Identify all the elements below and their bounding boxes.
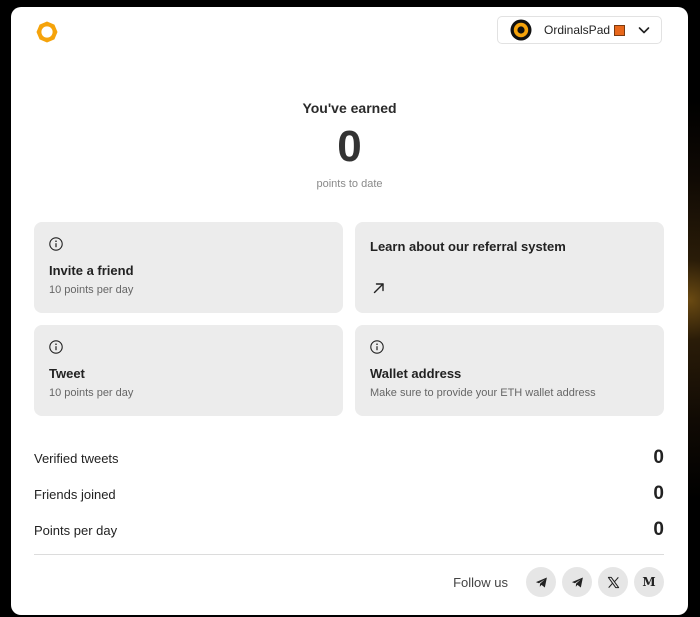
stat-label: Friends joined: [34, 486, 116, 502]
stat-value: 0: [653, 483, 664, 504]
invite-friend-card[interactable]: Invite a friend 10 points per day: [34, 222, 343, 313]
referral-system-title: Learn about our referral system: [370, 239, 566, 254]
ordinals-avatar-icon: [510, 19, 532, 41]
tweet-subtitle: 10 points per day: [49, 387, 134, 399]
earned-title: You've earned: [302, 100, 397, 116]
telegram-button[interactable]: [562, 567, 592, 597]
x-button[interactable]: [598, 567, 628, 597]
wallet-address-title: Wallet address: [370, 366, 462, 381]
stat-row-points-per-day: Points per day 0: [34, 519, 664, 541]
wallet-address-card[interactable]: Wallet address Make sure to provide your…: [355, 325, 664, 416]
info-icon[interactable]: [370, 340, 384, 354]
account-name: OrdinalsPad: [544, 23, 611, 37]
info-icon[interactable]: [49, 237, 63, 251]
earned-points-value: 0: [337, 122, 362, 171]
earned-caption: points to date: [316, 178, 383, 190]
tweet-card[interactable]: Tweet 10 points per day: [34, 325, 343, 416]
telegram-icon: [535, 576, 547, 588]
follow-us-label: Follow us: [453, 574, 508, 590]
stat-row-verified-tweets: Verified tweets 0: [34, 447, 664, 469]
stat-row-friends-joined: Friends joined 0: [34, 483, 664, 505]
stat-value: 0: [653, 519, 664, 540]
referral-system-card[interactable]: Learn about our referral system: [355, 222, 664, 313]
telegram-button[interactable]: [526, 567, 556, 597]
ring-logo-icon[interactable]: [35, 20, 59, 44]
footer-divider: [34, 554, 664, 555]
medium-button[interactable]: M: [634, 567, 664, 597]
chevron-down-icon[interactable]: [637, 23, 651, 37]
account-selector[interactable]: OrdinalsPad: [497, 16, 662, 44]
follow-us-bar: Follow us M: [453, 567, 664, 597]
invite-friend-subtitle: 10 points per day: [49, 284, 134, 296]
stat-label: Points per day: [34, 522, 118, 538]
wallet-address-subtitle: Make sure to provide your ETH wallet add…: [370, 387, 596, 399]
tweet-title: Tweet: [49, 366, 85, 381]
info-icon[interactable]: [49, 340, 63, 354]
account-badge: [614, 24, 626, 36]
invite-friend-title: Invite a friend: [49, 263, 134, 278]
arrow-up-right-icon[interactable]: [373, 282, 385, 294]
telegram-icon: [571, 576, 583, 588]
stat-label: Verified tweets: [34, 450, 119, 466]
medium-icon: M: [642, 575, 656, 589]
points-modal: OrdinalsPad You've earned 0 points to da…: [11, 7, 688, 615]
stat-value: 0: [653, 447, 664, 468]
x-icon: [607, 576, 619, 588]
